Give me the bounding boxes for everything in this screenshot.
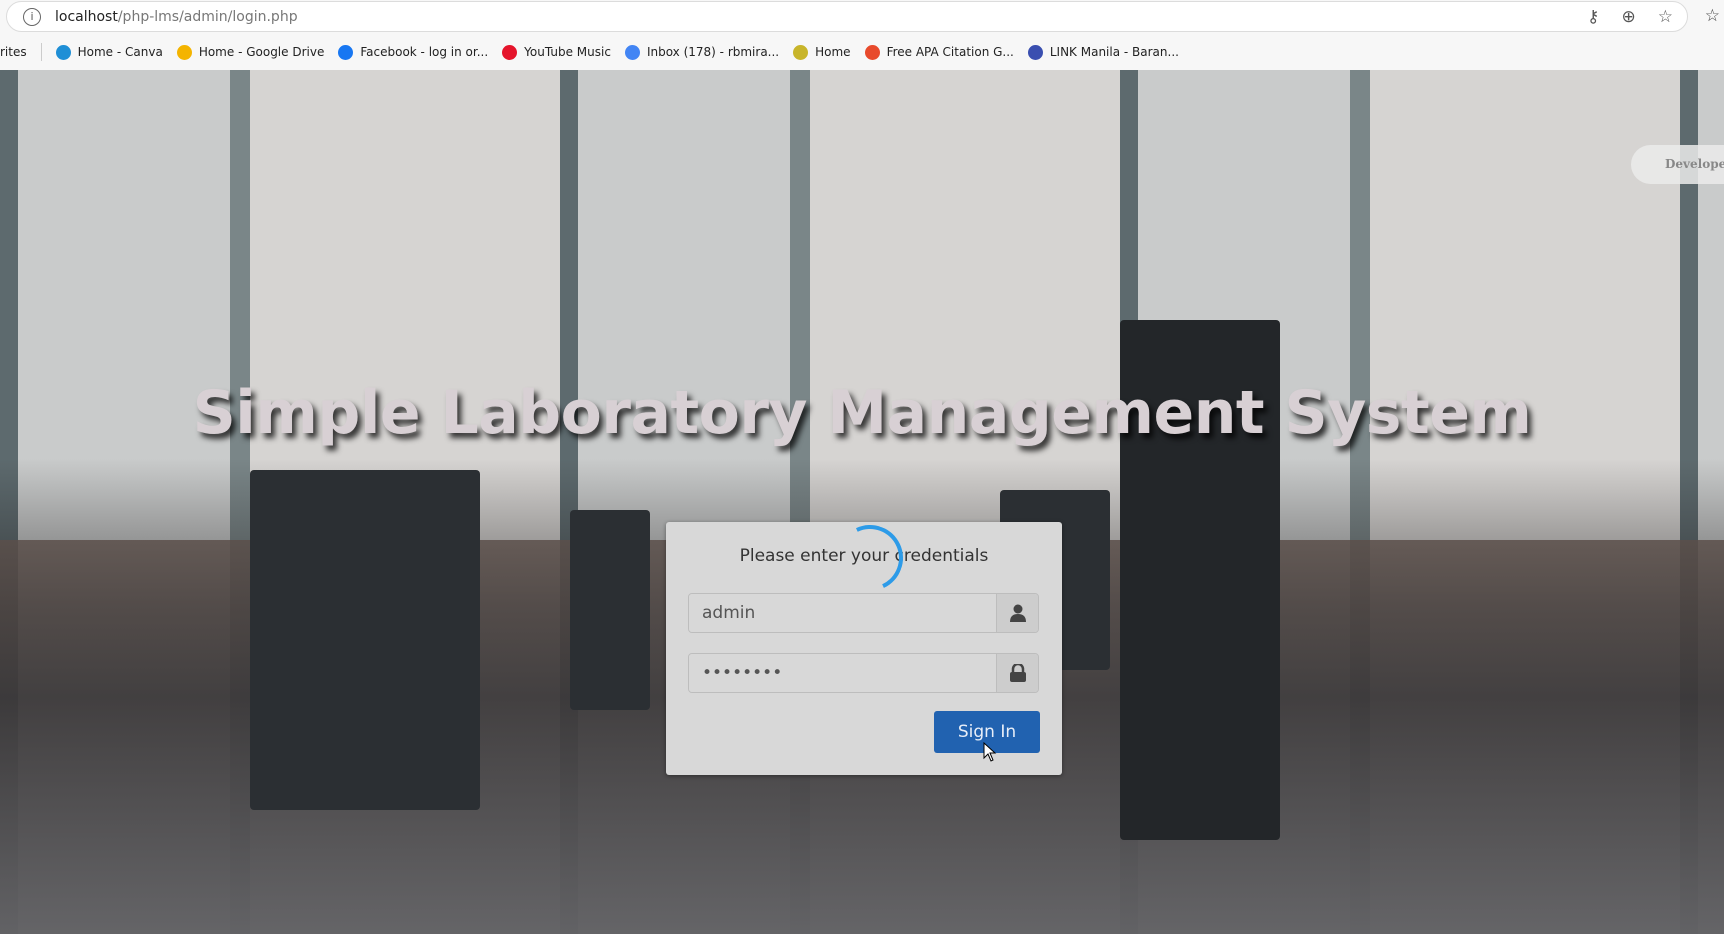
favorites-icon[interactable]: ☆ (1705, 6, 1720, 26)
favorites-label[interactable]: rites (0, 45, 27, 59)
key-icon[interactable]: ⚷ (1587, 7, 1599, 27)
monitor (250, 470, 480, 810)
home-icon (793, 44, 809, 60)
divider (40, 43, 42, 61)
bookmark-label: Home - Canva (77, 45, 163, 59)
canva-icon (55, 44, 71, 60)
google-drive-icon (176, 44, 192, 60)
bookmark-label: LINK Manila - Baran... (1049, 45, 1179, 59)
page-title: Simple Laboratory Management System (192, 378, 1532, 448)
bookmark-label: Inbox (178) - rbmira... (646, 45, 780, 59)
youtube-music-icon (502, 44, 518, 60)
bookmark-item[interactable]: Home (793, 44, 851, 60)
bookmark-item[interactable]: Facebook - log in or... (338, 44, 489, 60)
bookmark-label: Home - Google Drive (198, 45, 325, 59)
background-image (0, 70, 1724, 934)
bookmark-label: Facebook - log in or... (360, 45, 489, 59)
bookmark-label: YouTube Music (524, 45, 611, 59)
lock-icon (996, 654, 1038, 692)
url-host: localhost (55, 8, 118, 25)
password-group (688, 653, 1039, 693)
bookmark-item[interactable]: Inbox (178) - rbmira... (624, 44, 780, 60)
user-icon (996, 594, 1038, 632)
bookmarks-bar: rites Home - Canva Home - Google Drive Fac… (0, 40, 1193, 64)
citation-icon (864, 44, 880, 60)
bookmark-item[interactable]: Home - Google Drive (176, 44, 325, 60)
developer-tab[interactable]: Developed (1631, 145, 1724, 184)
bookmark-label: Home (815, 45, 851, 59)
url-path: /php-lms/admin/login.php (117, 8, 298, 25)
zoom-icon[interactable]: ⊕ (1622, 7, 1636, 27)
site-info-icon[interactable]: i (23, 7, 41, 26)
facebook-icon (338, 44, 354, 60)
google-icon (624, 44, 640, 60)
url-text[interactable]: localhost/php-lms/admin/login.php (55, 9, 298, 25)
username-group (688, 593, 1039, 633)
mouse-cursor-icon (983, 742, 997, 762)
bookmark-label: Free APA Citation G... (886, 45, 1014, 59)
bookmark-star-icon[interactable]: ☆ (1658, 7, 1673, 27)
username-input[interactable] (689, 594, 996, 632)
bookmark-item[interactable]: LINK Manila - Baran... (1027, 44, 1179, 60)
password-input[interactable] (689, 654, 996, 692)
bookmark-item[interactable]: Free APA Citation G... (864, 44, 1014, 60)
link-manila-icon (1027, 44, 1043, 60)
address-bar[interactable]: i localhost/php-lms/admin/login.php ⚷ ⊕ … (6, 1, 1688, 32)
bookmark-item[interactable]: YouTube Music (502, 44, 611, 60)
monitor (570, 510, 650, 710)
bookmark-item[interactable]: Home - Canva (55, 44, 163, 60)
